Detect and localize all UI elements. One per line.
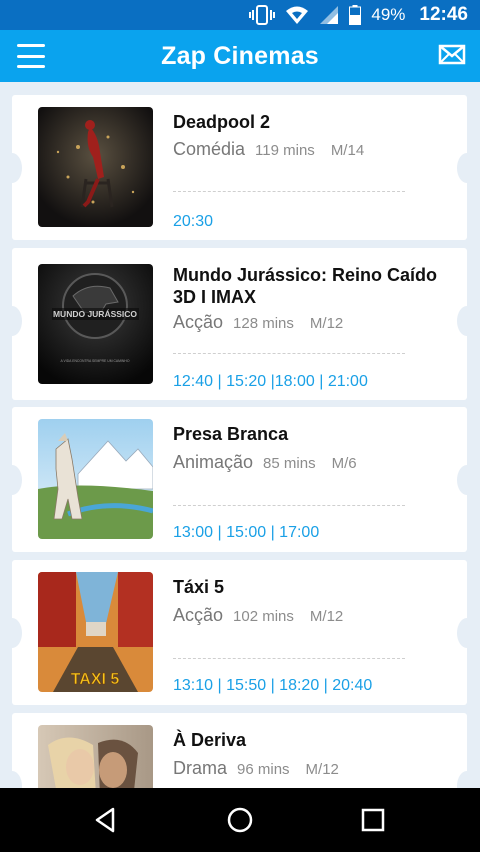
movie-rating: M/14 [330,142,365,159]
movie-rating: M/12 [305,761,339,778]
movie-duration: 128 mins [233,315,294,332]
app-bar: Zap Cinemas [0,30,480,82]
movie-title: Mundo Jurássico: Reino Caído 3D I IMAX [173,265,438,307]
ticket-notch [457,306,477,336]
movie-title: Táxi 5 [173,577,225,597]
showtimes[interactable]: 13:00 | 15:00 | 17:00 [173,524,319,542]
cell-signal-icon [319,5,339,25]
movie-card[interactable]: MUNDO JURÁSSICO A VIDA ENCONTRA SEMPRE U… [2,248,477,400]
showtimes[interactable]: 13:10 | 15:50 | 18:20 | 20:40 [173,677,372,695]
movie-card[interactable]: Presa Branca Animação 85 mins M/6 13:00 … [2,407,477,552]
movie-card[interactable]: TAXI 5 Táxi 5 Acção 102 mins M/12 13:10 … [2,560,477,705]
movie-poster: MUNDO JURÁSSICO A VIDA ENCONTRA SEMPRE U… [38,264,153,384]
home-circle-icon [227,807,253,833]
movie-poster [38,725,153,788]
poster-title-text: MUNDO JURÁSSICO [53,309,137,319]
divider [173,353,405,354]
movie-meta: Drama 96 mins M/12 [173,758,339,779]
movie-poster [38,107,153,227]
status-clock: 12:46 [419,4,468,25]
poster-title-text: TAXI 5 [71,671,120,688]
envelope-icon [438,44,466,65]
ticket-notch [457,153,477,183]
showtimes[interactable]: 20:30 [173,213,213,231]
system-nav-bar [0,788,480,852]
movie-meta: Acção 102 mins M/12 [173,605,343,626]
movie-list[interactable]: Deadpool 2 Comédia 119 mins M/14 20:30 M… [0,82,480,788]
back-button[interactable] [88,804,124,836]
status-bar: 49% 12:46 [0,0,480,30]
movie-card[interactable]: À Deriva Drama 96 mins M/12 [2,713,477,788]
movie-meta: Acção 128 mins M/12 [173,312,343,333]
movie-poster: TAXI 5 [38,572,153,692]
ticket-notch [2,306,22,336]
ticket-notch [457,465,477,495]
movie-rating: M/12 [309,315,344,332]
status-icons: 49% 12:46 [249,3,468,27]
movie-meta: Comédia 119 mins M/14 [173,139,364,160]
movie-duration: 102 mins [233,608,294,625]
home-button[interactable] [222,804,258,836]
movie-duration: 85 mins [263,455,316,472]
movie-title: Presa Branca [173,424,289,444]
divider [173,191,405,192]
movie-title: Deadpool 2 [173,112,271,132]
movie-genre: Comédia [173,139,246,159]
back-triangle-icon [95,807,115,833]
vibrate-icon [249,4,276,26]
movie-rating: M/6 [331,455,357,472]
poster-tagline-text: A VIDA ENCONTRA SEMPRE UM CAMINHO [61,359,130,363]
movie-duration: 96 mins [237,761,290,778]
movie-genre: Acção [173,312,224,332]
movie-poster [38,419,153,539]
battery-icon [349,5,362,25]
battery-percentage: 49% [371,5,406,24]
movie-title: À Deriva [173,730,247,750]
ticket-notch [457,618,477,648]
movie-genre: Animação [173,452,254,472]
movie-card[interactable]: Deadpool 2 Comédia 119 mins M/14 20:30 [2,95,477,240]
movie-genre: Drama [173,758,228,778]
movie-genre: Acção [173,605,224,625]
ticket-notch [457,771,477,788]
recents-button[interactable] [355,804,391,836]
divider [173,505,405,506]
ticket-notch [2,465,22,495]
recents-square-icon [361,808,385,832]
ticket-notch [2,153,22,183]
wifi-icon [285,5,309,25]
ticket-notch [2,618,22,648]
movie-rating: M/12 [309,608,344,625]
mail-button[interactable] [438,43,466,67]
app-title: Zap Cinemas [161,42,319,70]
showtimes[interactable]: 12:40 | 15:20 |18:00 | 21:00 [173,373,368,391]
movie-meta: Animação 85 mins M/6 [173,452,357,473]
divider [173,658,405,659]
ticket-notch [2,771,22,788]
movie-duration: 119 mins [255,142,315,159]
